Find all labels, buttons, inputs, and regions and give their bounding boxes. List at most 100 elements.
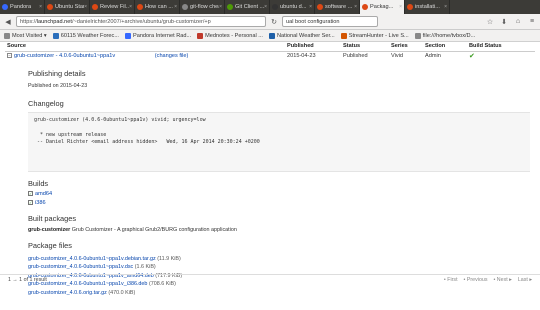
tab-label: Pandora	[10, 4, 32, 10]
favicon-icon	[2, 4, 8, 10]
file-size: (470.0 KiB)	[108, 289, 136, 296]
bookmark-item[interactable]: Most Visited ▾	[4, 32, 47, 39]
browser-tab[interactable]: software ... ×	[315, 0, 360, 14]
bookmark-label: StreamHunter - Live S...	[348, 32, 409, 39]
changelog-heading: Changelog	[28, 99, 64, 108]
url-host: launchpad.net	[36, 18, 72, 25]
browser-tab[interactable]: Packag... ×	[360, 0, 405, 14]
browser-tab[interactable]: Pandora ×	[0, 0, 45, 14]
close-icon[interactable]: ×	[84, 4, 87, 10]
back-icon[interactable]: ◀	[3, 17, 13, 27]
close-icon[interactable]: ×	[399, 4, 402, 10]
bookmark-item[interactable]: Pandora Internet Rad...	[124, 32, 192, 39]
close-icon[interactable]: ×	[354, 4, 357, 10]
url-bar[interactable]: https://launchpad.net/~danielrichter2007…	[16, 16, 266, 27]
bookmark-label: Mednotes - Personal ...	[205, 32, 263, 39]
list-item: grub-customizer_4.0.6-0ubuntu1~ppa1v.deb…	[28, 255, 182, 263]
bookmark-item[interactable]: 60115 Weather Forec...	[52, 32, 119, 39]
bookmark-icon	[124, 32, 131, 39]
header-published: Published	[285, 42, 341, 52]
menu-icon[interactable]: ≡	[527, 17, 537, 27]
bookmark-label: 60115 Weather Forec...	[60, 32, 119, 39]
bookmark-icon	[4, 32, 10, 39]
browser-tab[interactable]: Git Client ... ×	[225, 0, 270, 14]
bookmarks-bar: Most Visited ▾ 60115 Weather Forec... Pand…	[0, 30, 540, 42]
next-page-link[interactable]: • Next ▸	[493, 277, 511, 283]
close-icon[interactable]: ×	[39, 4, 42, 10]
previous-page-link[interactable]: • Previous	[464, 277, 488, 283]
file-link[interactable]: grub-customizer_4.0.6.orig.tar.gz	[28, 290, 107, 296]
bookmark-item[interactable]: National Weather Ser...	[268, 32, 335, 39]
browser-tab[interactable]: installati... ×	[405, 0, 450, 14]
bookmark-item[interactable]: file:///home/tvbox/D...	[414, 32, 476, 39]
section-cell: Admin	[425, 53, 441, 60]
url-prefix: https://	[20, 18, 37, 25]
download-icon[interactable]: ⬇	[499, 17, 509, 27]
file-link[interactable]: grub-customizer_4.0.6-0ubuntu1~ppa1v.deb…	[28, 256, 156, 262]
bookmark-label: file:///home/tvbox/D...	[422, 32, 476, 39]
page-content: Source Published Status Series Section B…	[0, 42, 540, 310]
built-package-name: grub-customizer	[28, 227, 71, 233]
table-header-row: Source Published Status Series Section B…	[5, 42, 535, 52]
close-icon[interactable]: ×	[174, 4, 177, 10]
close-icon[interactable]: ×	[444, 4, 447, 10]
collapse-icon[interactable]: −	[7, 53, 12, 59]
tab-label: git-flow chea...	[190, 4, 219, 10]
header-status: Status	[341, 42, 389, 52]
build-link-i386[interactable]: i386	[35, 200, 46, 206]
first-page-link[interactable]: • First	[444, 277, 458, 283]
list-item: ✓ amd64	[28, 190, 52, 199]
browser-tab[interactable]: Ubuntu Start ...×	[45, 0, 90, 14]
tab-label: How can ...	[145, 4, 173, 10]
list-item: grub-customizer_4.0.6.orig.tar.gz (470.0…	[28, 289, 182, 297]
published-cell: 2015-04-23	[287, 53, 316, 60]
built-packages-heading: Built packages	[28, 214, 77, 223]
bookmark-icon	[414, 32, 421, 39]
bookmark-icon	[197, 32, 204, 39]
build-status-cell: ✔	[467, 51, 535, 61]
builds-heading: Builds	[28, 179, 49, 188]
close-icon[interactable]: ×	[309, 4, 312, 10]
close-icon[interactable]: ×	[264, 4, 267, 10]
favicon-icon	[182, 4, 188, 10]
tab-bar: Pandora×Ubuntu Start ...×Review Fil...×H…	[0, 0, 540, 14]
browser-tab[interactable]: git-flow chea...×	[180, 0, 225, 14]
search-input[interactable]: ual boot configuration	[282, 16, 378, 27]
last-page-link[interactable]: Last ▸	[518, 277, 532, 283]
tab-label: software ...	[325, 4, 353, 10]
publishing-details-heading: Publishing details	[28, 69, 86, 78]
build-success-icon: ✔	[469, 53, 475, 61]
published-on-text: Published on 2015-04-23	[28, 83, 88, 89]
home-icon[interactable]: ⌂	[513, 17, 523, 27]
tab-label: Packag...	[370, 4, 394, 10]
header-series: Series	[389, 42, 423, 52]
series-cell: Vivid	[391, 53, 404, 60]
browser-tab[interactable]: How can ... ×	[135, 0, 180, 14]
package-files-heading: Package files	[28, 241, 72, 250]
bookmark-label: Pandora Internet Rad...	[132, 32, 192, 39]
browser-tab[interactable]: Review Fil... ×	[90, 0, 135, 14]
bookmark-item[interactable]: StreamHunter - Live S...	[340, 32, 409, 39]
favicon-icon	[362, 4, 368, 10]
tab-label: ubuntu d...	[280, 4, 307, 10]
built-package-row: grub-customizer Grub Customizer - A grap…	[28, 227, 237, 233]
build-link-amd64[interactable]: amd64	[35, 191, 52, 197]
source-cell: − grub-customizer - 4.0.6-0ubuntu1~ppa1v …	[5, 51, 285, 61]
browser-tab[interactable]: ubuntu d... ×	[270, 0, 315, 14]
star-icon[interactable]: ☆	[485, 17, 495, 27]
changes-file-link[interactable]: (changes file)	[155, 53, 189, 59]
file-link[interactable]: grub-customizer_4.0.6-0ubuntu1~ppa1v.dsc	[28, 264, 133, 270]
close-icon[interactable]: ×	[219, 4, 222, 10]
bookmark-item[interactable]: Mednotes - Personal ...	[197, 32, 263, 39]
results-count: 1 → 1 of 1 result	[8, 276, 47, 283]
table-row: − grub-customizer - 4.0.6-0ubuntu1~ppa1v …	[5, 51, 535, 61]
source-link[interactable]: grub-customizer - 4.0.6-0ubuntu1~ppa1v	[14, 53, 115, 59]
built-package-desc: Grub Customizer - A graphical Grub2/BURG…	[71, 227, 237, 233]
close-icon[interactable]: ×	[129, 4, 132, 10]
file-size: (11.9 KiB)	[157, 256, 181, 262]
package-table: Source Published Status Series Section B…	[5, 42, 535, 61]
reload-icon[interactable]: ↻	[269, 17, 279, 27]
list-item: grub-customizer_4.0.6-0ubuntu1~ppa1v.dsc…	[28, 263, 182, 271]
bookmark-label: National Weather Ser...	[276, 32, 335, 39]
bookmark-label: Most Visited ▾	[12, 32, 47, 39]
